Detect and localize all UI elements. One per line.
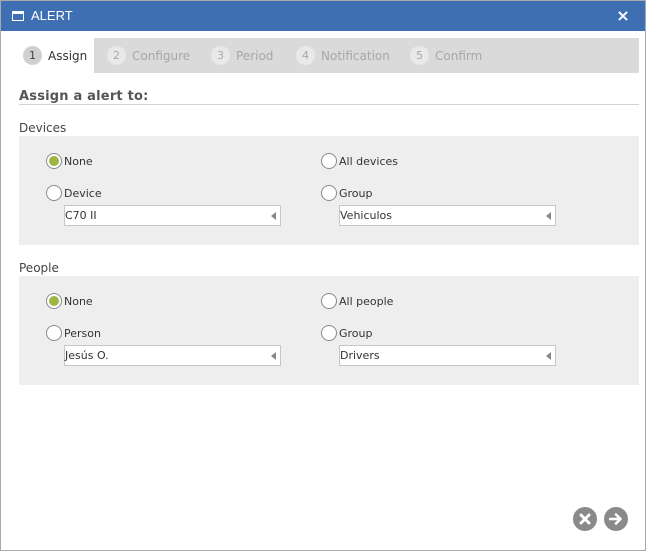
radio-button[interactable] bbox=[321, 185, 337, 201]
step-number: 3 bbox=[211, 46, 230, 65]
step-configure[interactable]: 2 Configure bbox=[107, 38, 190, 73]
option-label: All devices bbox=[339, 154, 398, 168]
dropdown-arrow-icon bbox=[546, 212, 551, 220]
step-number: 2 bbox=[107, 46, 126, 65]
title-bar: ALERT × bbox=[1, 1, 645, 31]
option-label: Device bbox=[64, 186, 102, 200]
option-label: Group bbox=[339, 326, 373, 340]
step-label: Configure bbox=[132, 48, 191, 63]
next-arrow-icon bbox=[609, 513, 622, 525]
step-notification[interactable]: 4 Notification bbox=[296, 38, 390, 73]
select-value: Jesús O. bbox=[65, 349, 109, 362]
radio-button[interactable] bbox=[321, 293, 337, 309]
device-select[interactable]: C70 II bbox=[64, 205, 281, 226]
step-period[interactable]: 3 Period bbox=[211, 38, 273, 73]
devices-device-option[interactable]: Device bbox=[46, 185, 102, 201]
people-all-option[interactable]: All people bbox=[321, 293, 393, 309]
step-number: 5 bbox=[410, 46, 429, 65]
devices-none-option[interactable]: None bbox=[46, 153, 93, 169]
step-label: Period bbox=[236, 48, 274, 63]
step-label: Notification bbox=[321, 48, 390, 63]
people-panel: None All people Person Group Jesús O. Dr… bbox=[19, 276, 639, 385]
device-group-select[interactable]: Vehiculos bbox=[339, 205, 556, 226]
radio-button[interactable] bbox=[46, 293, 62, 309]
people-group-select[interactable]: Drivers bbox=[339, 345, 556, 366]
step-number: 4 bbox=[296, 46, 315, 65]
step-number: 1 bbox=[23, 46, 42, 65]
window-title: ALERT bbox=[31, 8, 73, 23]
people-none-option[interactable]: None bbox=[46, 293, 93, 309]
radio-button[interactable] bbox=[46, 325, 62, 341]
option-label: Person bbox=[64, 326, 101, 340]
window-icon bbox=[12, 11, 24, 21]
radio-button[interactable] bbox=[321, 153, 337, 169]
radio-button[interactable] bbox=[321, 325, 337, 341]
select-value: Drivers bbox=[340, 349, 380, 362]
person-select[interactable]: Jesús O. bbox=[64, 345, 281, 366]
option-label: Group bbox=[339, 186, 373, 200]
wizard-steps: 1 Assign 2 Configure 3 Period 4 Notifica… bbox=[17, 38, 639, 73]
dropdown-arrow-icon bbox=[271, 352, 276, 360]
step-label: Assign bbox=[48, 48, 88, 63]
people-person-option[interactable]: Person bbox=[46, 325, 101, 341]
devices-section-title: Devices bbox=[19, 121, 67, 135]
option-label: None bbox=[64, 154, 93, 168]
cancel-icon bbox=[579, 513, 591, 525]
select-value: C70 II bbox=[65, 209, 97, 222]
dropdown-arrow-icon bbox=[271, 212, 276, 220]
devices-panel: None All devices Device Group C70 II Veh… bbox=[19, 136, 639, 245]
heading-divider bbox=[19, 104, 639, 105]
step-label: Confirm bbox=[435, 48, 483, 63]
next-button[interactable] bbox=[604, 507, 628, 531]
alert-window: ALERT × 1 Assign 2 Configure 3 Period 4 … bbox=[0, 0, 646, 551]
radio-button[interactable] bbox=[46, 153, 62, 169]
people-group-option[interactable]: Group bbox=[321, 325, 373, 341]
people-section-title: People bbox=[19, 261, 59, 275]
page-heading: Assign a alert to: bbox=[19, 89, 149, 104]
step-assign[interactable]: 1 Assign bbox=[17, 38, 94, 73]
cancel-button[interactable] bbox=[573, 507, 597, 531]
devices-group-option[interactable]: Group bbox=[321, 185, 373, 201]
select-value: Vehiculos bbox=[340, 209, 393, 222]
close-icon[interactable]: × bbox=[615, 7, 631, 25]
radio-button[interactable] bbox=[46, 185, 62, 201]
option-label: All people bbox=[339, 294, 394, 308]
option-label: None bbox=[64, 294, 93, 308]
devices-all-option[interactable]: All devices bbox=[321, 153, 398, 169]
step-confirm[interactable]: 5 Confirm bbox=[410, 38, 482, 73]
dropdown-arrow-icon bbox=[546, 352, 551, 360]
